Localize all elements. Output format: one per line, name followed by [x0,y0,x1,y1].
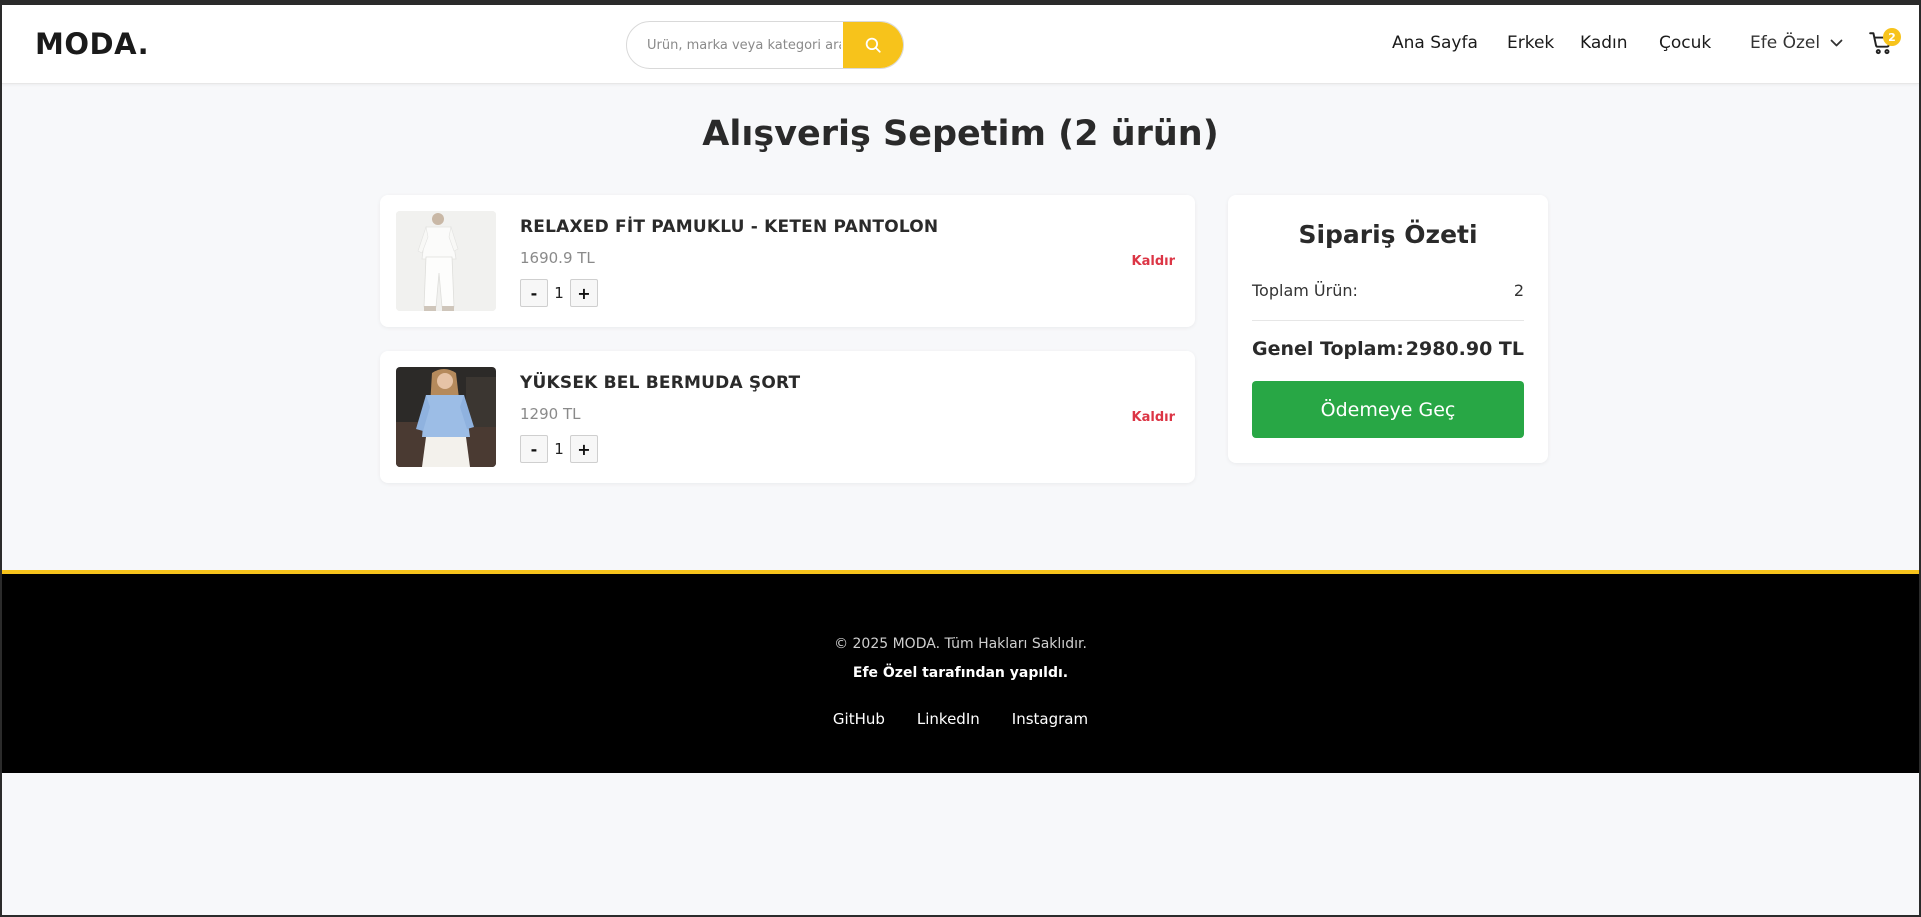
total-items-value: 2 [1513,281,1524,300]
product-image[interactable] [396,367,496,467]
instagram-link[interactable]: Instagram [1012,710,1088,728]
cart-item: YÜKSEK BEL BERMUDA ŞORT 1290 TL - 1 + Ka… [380,351,1195,483]
quantity-stepper: - 1 + [520,279,598,307]
quantity-stepper: - 1 + [520,435,598,463]
copyright-text: © 2025 MODA. Tüm Hakları Saklıdır. [834,636,1087,652]
site-footer: © 2025 MODA. Tüm Hakları Saklıdır. Efe Ö… [2,570,1919,773]
product-image[interactable] [396,211,496,311]
increase-quantity-button[interactable]: + [570,435,598,463]
github-link[interactable]: GitHub [833,710,885,728]
social-links: GitHub LinkedIn Instagram [2,710,1919,728]
user-name: Efe Özel [1750,33,1821,53]
user-menu[interactable]: Efe Özel [1750,33,1843,53]
summary-title: Sipariş Özeti [1298,220,1478,249]
total-items-label: Toplam Ürün: [1252,281,1358,300]
checkout-button[interactable]: Ödemeye Geç [1252,381,1524,438]
search-icon [865,37,881,53]
summary-divider [1252,320,1524,321]
cart-count-badge: 2 [1883,28,1901,46]
site-header: MODA. Ana Sayfa Erkek Kadın Çocuk Efe Öz… [2,5,1919,84]
chevron-down-icon [1830,33,1843,53]
search-button[interactable] [843,22,903,68]
total-items-row: Toplam Ürün: 2 [1252,281,1524,300]
quantity-value: 1 [554,284,564,302]
decrease-quantity-button[interactable]: - [520,435,548,463]
increase-quantity-button[interactable]: + [570,279,598,307]
quantity-value: 1 [554,440,564,458]
product-price: 1690.9 TL [520,249,595,267]
product-name[interactable]: RELAXED FİT PAMUKLU - KETEN PANTOLON [520,217,938,237]
nav-women-link[interactable]: Kadın [1580,33,1628,53]
search-bar [626,21,904,69]
page-title: Alışveriş Sepetim (2 ürün) [702,114,1219,154]
remove-item-button[interactable]: Kaldır [1132,254,1175,269]
nav-men-link[interactable]: Erkek [1507,33,1554,53]
decrease-quantity-button[interactable]: - [520,279,548,307]
linkedin-link[interactable]: LinkedIn [917,710,980,728]
cart-button[interactable]: 2 [1868,28,1901,58]
grand-total-row: Genel Toplam: 2980.90 TL [1252,338,1524,360]
product-name[interactable]: YÜKSEK BEL BERMUDA ŞORT [520,373,800,393]
product-price: 1290 TL [520,405,581,423]
search-input[interactable] [627,22,843,68]
grand-total-value: 2980.90 TL [1405,338,1524,360]
cart-item: RELAXED FİT PAMUKLU - KETEN PANTOLON 169… [380,195,1195,327]
remove-item-button[interactable]: Kaldır [1132,410,1175,425]
site-logo[interactable]: MODA. [35,27,149,61]
nav-home-link[interactable]: Ana Sayfa [1392,33,1478,53]
nav-kids-link[interactable]: Çocuk [1659,33,1711,53]
order-summary: Sipariş Özeti Toplam Ürün: 2 Genel Topla… [1228,195,1548,463]
grand-total-label: Genel Toplam: [1252,338,1404,360]
credit-text: Efe Özel tarafından yapıldı. [852,665,1069,681]
